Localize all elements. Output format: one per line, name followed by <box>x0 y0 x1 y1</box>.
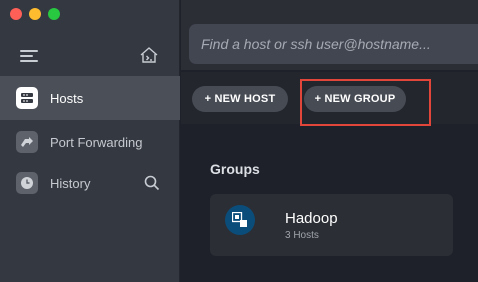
sidebar: Hosts Port Forwarding History <box>0 0 180 282</box>
window-controls <box>10 8 60 20</box>
sidebar-item-hosts[interactable]: Hosts <box>0 76 180 120</box>
server-icon <box>16 87 38 109</box>
close-window-button[interactable] <box>10 8 22 20</box>
sidebar-item-history[interactable]: History <box>0 161 180 205</box>
clock-icon <box>16 172 38 194</box>
forward-arrow-icon <box>16 131 38 153</box>
group-name: Hadoop <box>285 210 338 227</box>
sidebar-item-label: History <box>50 175 91 191</box>
new-host-button[interactable]: + NEW HOST <box>192 86 288 112</box>
top-bar <box>181 0 478 70</box>
group-card[interactable]: Hadoop 3 Hosts <box>210 194 453 256</box>
minimize-window-button[interactable] <box>29 8 41 20</box>
groups-heading: Groups <box>210 161 260 177</box>
highlight-box <box>300 79 431 126</box>
group-host-count: 3 Hosts <box>285 230 319 241</box>
hamburger-icon[interactable] <box>20 50 38 62</box>
group-icon <box>225 205 255 235</box>
search-input[interactable] <box>189 24 478 64</box>
sidebar-item-label: Hosts <box>50 90 84 106</box>
zoom-window-button[interactable] <box>48 8 60 20</box>
sidebar-item-label: Port Forwarding <box>50 134 143 150</box>
magnifier-icon[interactable] <box>144 175 160 191</box>
terminal-home-icon[interactable] <box>139 45 159 65</box>
sidebar-item-port-forwarding[interactable]: Port Forwarding <box>0 120 180 164</box>
